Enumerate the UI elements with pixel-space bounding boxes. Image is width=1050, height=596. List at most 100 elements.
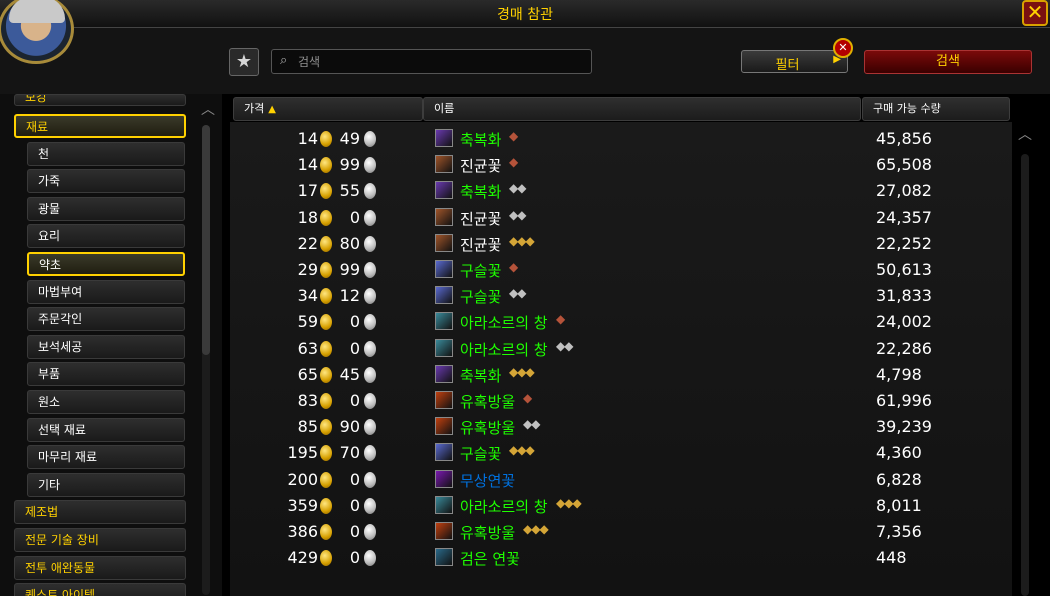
silver-amount: 0 [349,548,360,568]
quantity-cell: 24,357 [876,207,932,227]
gold-coin-icon [320,340,332,357]
filter-clear-icon[interactable]: ✕ [833,38,853,58]
quality-tier-2-icon: ◆◆ [509,181,526,196]
category-item[interactable]: 보강 [14,94,186,106]
price-cell: 200 0 [230,467,380,493]
category-item[interactable]: 가죽 [27,169,185,194]
category-item[interactable]: 제조법 [14,500,186,525]
quality-tier-3-icon: ◆◆◆ [556,495,582,510]
category-item[interactable]: 전투 애완동물 [14,555,186,580]
gold-coin-icon [320,209,332,226]
table-row[interactable]: 63 0 아라소르의 창 ◆◆ 22,286 [230,336,1012,362]
column-header-price-label: 가격 [244,102,265,115]
quality-tier-2-icon: ◆◆ [523,417,540,432]
spear-icon [435,338,453,357]
item-name: 유혹방울 [460,419,516,438]
price-cell: 85 90 [230,414,380,440]
category-item[interactable]: 선택 재료 [27,417,185,442]
table-row[interactable]: 359 0 아라소르의 창 ◆◆◆ 8,011 [230,493,1012,519]
black-lotus-icon [435,548,453,567]
quantity-cell: 31,833 [876,286,932,306]
table-row[interactable]: 200 0 무상연꽃 6,828 [230,467,1012,493]
silver-amount: 0 [349,495,360,515]
quantity-cell: 8,011 [876,495,922,515]
table-row[interactable]: 59 0 아라소르의 창 ◆ 24,002 [230,309,1012,335]
category-item[interactable]: 광물 [27,196,185,221]
silver-coin-icon [364,157,376,174]
category-item[interactable]: 부품 [27,362,185,387]
sort-ascending-icon: ▲ [268,104,276,115]
category-item[interactable]: 천 [27,141,185,166]
close-button[interactable]: ✕ [1022,0,1048,26]
item-name: 구슬꽃 [460,288,502,307]
filter-button[interactable]: 필터 ▶ [741,50,848,73]
item-name: 아라소르의 창 [460,314,548,333]
gold-amount: 195 [287,443,318,463]
category-item[interactable]: 요리 [27,224,185,249]
table-row[interactable]: 34 12 구슬꽃 ◆◆ 31,833 [230,283,1012,309]
category-item[interactable]: 마법부여 [27,279,185,304]
table-row[interactable]: 18 0 진균꽃 ◆◆ 24,357 [230,205,1012,231]
quality-tier-2-icon: ◆◆ [509,207,526,222]
silver-coin-icon [364,340,376,357]
scroll-up-icon[interactable]: ︿ [197,99,219,118]
results-scrollbar[interactable]: ︿ [1014,124,1036,596]
column-header-name[interactable]: 이름 [423,97,861,121]
quantity-cell: 27,082 [876,181,932,201]
gold-amount: 29 [297,260,318,279]
category-item[interactable]: 주문각인 [27,307,185,332]
favorites-star-icon[interactable]: ★ [229,48,259,76]
table-row[interactable]: 29 99 구슬꽃 ◆ 50,613 [230,257,1012,283]
quantity-cell: 6,828 [876,469,922,489]
price-cell: 59 0 [230,309,380,335]
category-scrollbar[interactable]: ︿ [196,95,218,596]
scroll-up-icon[interactable]: ︿ [1014,124,1036,143]
quantity-cell: 61,996 [876,391,932,410]
table-row[interactable]: 14 49 축복화 ◆ 45,856 [230,126,1012,152]
table-row[interactable]: 195 70 구슬꽃 ◆◆◆ 4,360 [230,440,1012,466]
table-row[interactable]: 429 0 검은 연꽃 448 [230,545,1012,571]
scroll-thumb[interactable] [202,125,210,355]
silver-coin-icon [364,471,376,488]
table-row[interactable]: 22 80 진균꽃 ◆◆◆ 22,252 [230,231,1012,257]
column-header-price[interactable]: 가격 ▲ [233,97,423,121]
scroll-track[interactable] [1021,154,1029,596]
category-item[interactable]: 재료 [14,114,186,138]
category-item[interactable]: 기타 [27,472,185,497]
item-name: 축복화 [460,366,502,385]
category-item[interactable]: 원소 [27,390,185,414]
quantity-cell: 50,613 [876,260,932,279]
table-row[interactable]: 65 45 축복화 ◆◆◆ 4,798 [230,362,1012,388]
table-row[interactable]: 85 90 유혹방울 ◆◆ 39,239 [230,414,1012,440]
search-button[interactable]: 검색 [864,50,1032,74]
gold-coin-icon [320,157,332,174]
search-box[interactable]: ⌕ [271,49,592,74]
gold-coin-icon [320,314,332,331]
category-item[interactable]: 퀘스트 아이템 [14,583,186,596]
table-row[interactable]: 14 99 진균꽃 ◆ 65,508 [230,152,1012,178]
price-cell: 34 12 [230,283,380,309]
table-row[interactable]: 386 0 유혹방울 ◆◆◆ 7,356 [230,519,1012,545]
column-header-quantity[interactable]: 구매 가능 수량 [862,97,1010,121]
lotus-icon [435,469,453,488]
item-name: 구슬꽃 [460,262,502,280]
quantity-cell: 22,252 [876,233,932,253]
search-input[interactable] [298,53,578,71]
price-cell: 63 0 [230,336,380,362]
table-row[interactable]: 17 55 축복화 ◆◆ 27,082 [230,178,1012,204]
category-item[interactable]: 약초 [27,252,185,276]
category-item[interactable]: 보석세공 [27,334,185,359]
silver-amount: 45 [339,364,360,384]
gold-amount: 386 [287,522,318,541]
results-panel: 가격 ▲ 이름 구매 가능 수량 14 49 축복화 ◆ 45,856 14 99 진균꽃 ◆ 65… [230,94,1012,596]
orb-flower-icon [435,286,453,305]
silver-coin-icon [364,497,376,514]
table-row[interactable]: 83 0 유혹방울 ◆ 61,996 [230,388,1012,414]
quality-tier-3-icon: ◆◆◆ [523,522,549,536]
droplet-icon [435,391,453,409]
category-item[interactable]: 전문 기술 장비 [14,528,186,552]
category-item[interactable]: 마무리 재료 [27,445,185,470]
item-name: 구슬꽃 [460,445,502,464]
price-cell: 29 99 [230,257,380,283]
silver-amount: 80 [339,233,360,253]
